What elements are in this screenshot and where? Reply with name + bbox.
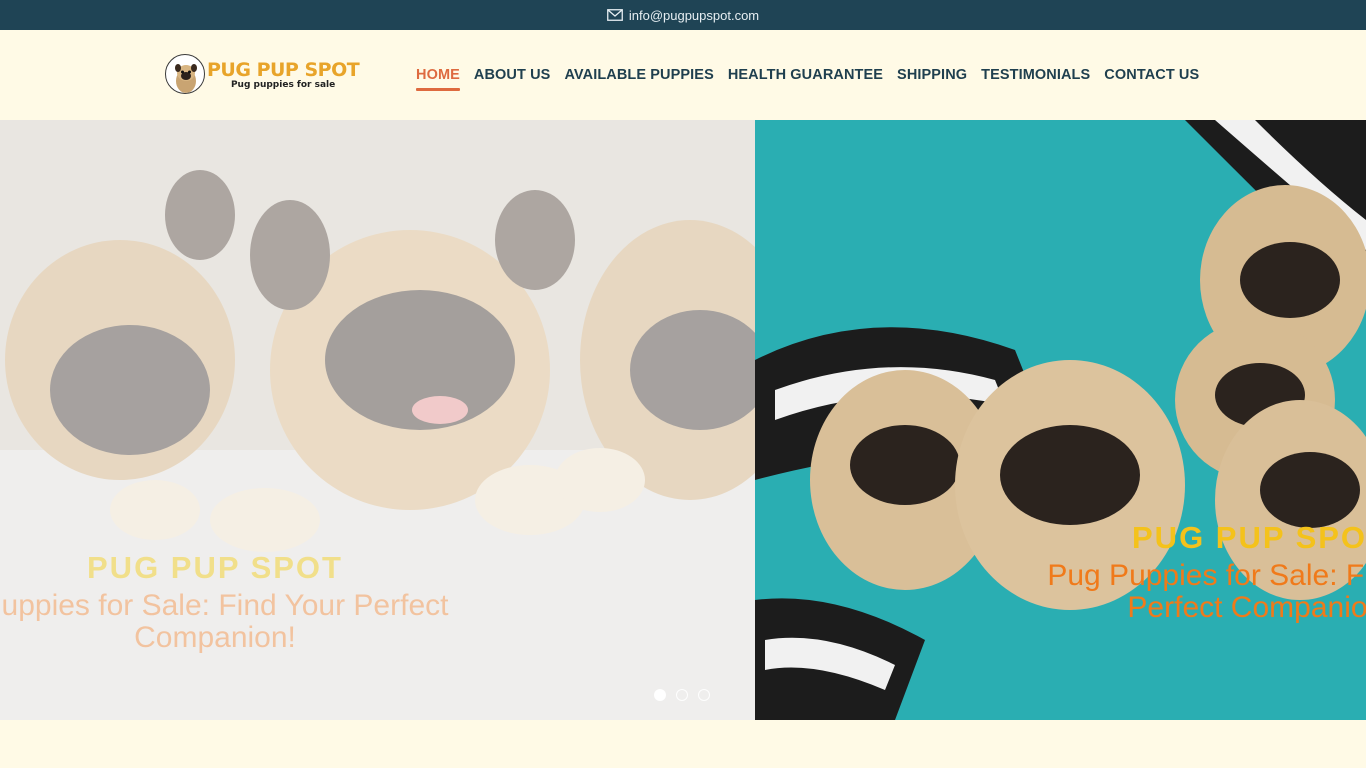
top-bar: info@pugpupspot.com xyxy=(0,0,1366,30)
nav-home[interactable]: HOME xyxy=(416,59,460,91)
email-link[interactable]: info@pugpupspot.com xyxy=(606,7,760,23)
nav-available-puppies[interactable]: AVAILABLE PUPPIES xyxy=(564,59,713,91)
slider-dot-3[interactable] xyxy=(698,689,710,701)
hero-slide-previous: PUG PUP SPOT Puppies for Sale: Find Your… xyxy=(0,120,755,720)
nav-testimonials[interactable]: TESTIMONIALS xyxy=(981,59,1090,91)
nav-about-us[interactable]: ABOUT US xyxy=(474,59,551,91)
slide-caption-current: PUG PUP SPOT Pug Puppies for Sale: Find … xyxy=(1010,520,1366,624)
email-text: info@pugpupspot.com xyxy=(628,7,760,23)
site-logo[interactable]: PUG PUP SPOT Pug puppies for sale xyxy=(165,54,360,94)
slider-dots xyxy=(654,689,710,701)
nav-health-guarantee[interactable]: HEALTH GUARANTEE xyxy=(728,59,883,91)
logo-tagline: Pug puppies for sale xyxy=(230,79,336,90)
slider-dot-2[interactable] xyxy=(676,689,688,701)
slider-dot-1[interactable] xyxy=(654,689,666,701)
nav-shipping[interactable]: SHIPPING xyxy=(897,59,967,91)
pug-puppies-basket-image xyxy=(755,120,1366,720)
site-header: PUG PUP SPOT Pug puppies for sale HOME A… xyxy=(0,30,1366,120)
pug-logo-icon xyxy=(165,54,205,94)
main-nav: HOME ABOUT US AVAILABLE PUPPIES HEALTH G… xyxy=(416,30,1199,120)
slide-title: PUG PUP SPOT xyxy=(1132,520,1366,555)
hero-slider[interactable]: PUG PUP SPOT Puppies for Sale: Find Your… xyxy=(0,120,1366,720)
nav-contact-us[interactable]: CONTACT US xyxy=(1104,59,1199,91)
envelope-icon xyxy=(606,9,623,21)
hero-slide-current: PUG PUP SPOT Pug Puppies for Sale: Find … xyxy=(755,120,1366,720)
slide-title: PUG PUP SPOT xyxy=(87,550,343,585)
logo-text: PUG PUP SPOT Pug puppies for sale xyxy=(207,58,360,90)
logo-name: PUG PUP SPOT xyxy=(207,58,360,81)
slide-caption-previous: PUG PUP SPOT Puppies for Sale: Find Your… xyxy=(0,550,460,654)
slide-subtitle: Puppies for Sale: Find Your Perfect Comp… xyxy=(0,589,449,654)
slide-subtitle: Pug Puppies for Sale: Find Your Perfect … xyxy=(1047,559,1366,624)
